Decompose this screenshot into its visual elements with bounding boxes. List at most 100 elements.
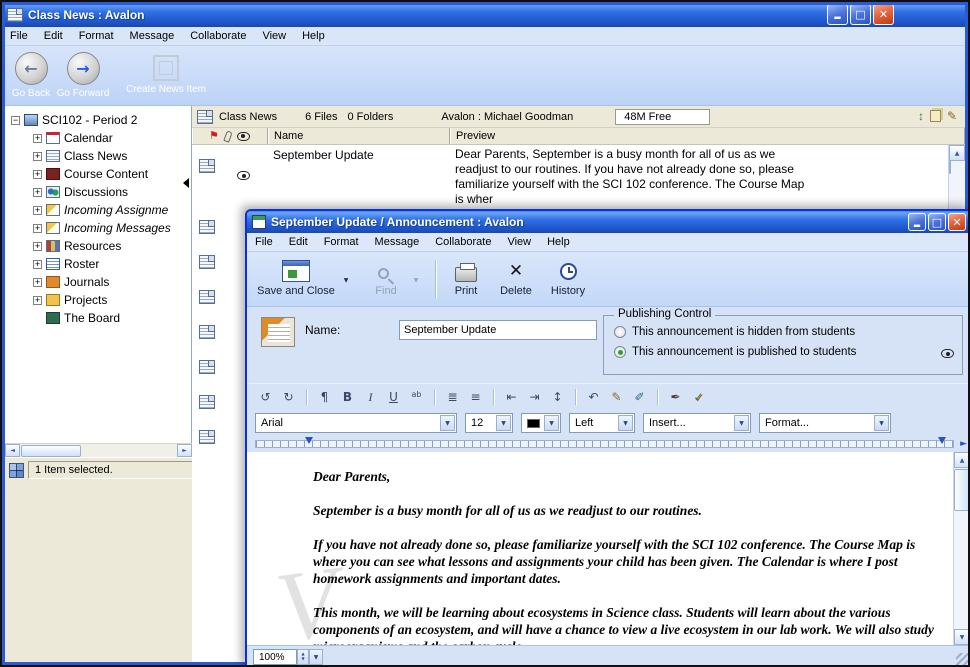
save-options-dropdown-icon[interactable] [341,273,351,285]
history-button[interactable]: History [543,257,593,297]
expand-toggle[interactable] [33,242,42,251]
dropdown-arrow-icon[interactable] [618,415,633,431]
tree-item-resources[interactable]: Resources [5,237,191,255]
tree-horizontal-scrollbar[interactable]: ◄ ► [5,443,192,457]
menu-message[interactable]: Message [367,233,428,252]
find-options-dropdown-icon[interactable] [411,273,421,285]
dropdown-arrow-icon[interactable] [440,415,455,431]
menu-view[interactable]: View [499,233,539,252]
go-forward-button[interactable]: → Go Forward [54,52,112,99]
indent-icon[interactable] [524,387,545,407]
highlighter-icon[interactable] [629,387,650,407]
option-hidden-from-students[interactable]: This announcement is hidden from student… [614,326,855,338]
zoom-dropdown-icon[interactable] [309,649,323,665]
collapse-toggle[interactable] [11,116,20,125]
message-body[interactable]: V Dear Parents, September is a busy mont… [247,452,970,645]
expand-toggle[interactable] [33,224,42,233]
create-news-item-button[interactable]: Create News Item [120,52,212,95]
news-item-icon[interactable] [199,290,215,304]
zoom-spinner[interactable]: ▲▼ [297,649,309,665]
menu-edit[interactable]: Edit [36,27,71,46]
pen-icon[interactable] [606,387,627,407]
line-spacing-icon[interactable] [547,387,568,407]
scrollbar-thumb[interactable] [21,445,81,457]
signature-icon[interactable] [665,387,686,407]
expand-toggle[interactable] [33,278,42,287]
sort-arrows-icon[interactable] [918,109,924,123]
menu-format[interactable]: Format [316,233,367,252]
scrollbar-thumb[interactable] [949,160,951,174]
underline-icon[interactable] [383,387,404,407]
tree-item-roster[interactable]: Roster [5,255,191,273]
italic-icon[interactable] [360,387,381,407]
copies-icon[interactable] [930,110,941,122]
menu-edit[interactable]: Edit [281,233,316,252]
font-size-select[interactable]: 12 [465,413,513,433]
expand-toggle[interactable] [33,260,42,269]
menu-collaborate[interactable]: Collaborate [182,27,254,46]
zoom-control[interactable]: 100% ▲▼ [253,649,323,665]
menu-file[interactable]: File [2,27,36,46]
news-item-icon[interactable] [199,360,215,374]
news-item-icon[interactable] [199,159,215,173]
dropdown-arrow-icon[interactable] [544,415,559,431]
body-vertical-scrollbar[interactable]: ▲ ▼ [953,452,970,645]
spell-check-icon[interactable] [688,387,709,407]
delete-button[interactable]: Delete [493,257,539,297]
dropdown-arrow-icon[interactable] [734,415,749,431]
class-news-titlebar[interactable]: Class News : Avalon [2,2,968,27]
radio-hidden[interactable] [614,326,626,338]
alignment-select[interactable]: Left [569,413,635,433]
expand-toggle[interactable] [33,296,42,305]
name-input[interactable] [399,320,597,340]
maximize-button[interactable] [850,4,871,25]
print-button[interactable]: Print [443,257,489,297]
dropdown-arrow-icon[interactable] [496,415,511,431]
zoom-value[interactable]: 100% [253,649,297,665]
announcement-titlebar[interactable]: September Update / Announcement : Avalon [247,211,970,233]
menu-file[interactable]: File [247,233,281,252]
dropdown-arrow-icon[interactable] [874,415,889,431]
menu-help[interactable]: Help [294,27,333,46]
paragraph-icon[interactable] [314,387,335,407]
news-item-icon[interactable] [199,325,215,339]
tree-item-the-board[interactable]: The Board [5,309,191,327]
expand-toggle[interactable] [33,170,42,179]
menu-message[interactable]: Message [122,27,183,46]
minimize-button[interactable] [908,213,926,231]
radio-published[interactable] [614,346,626,358]
tree-item-projects[interactable]: Projects [5,291,191,309]
eye-icon[interactable] [237,132,250,141]
scrollbar-thumb[interactable] [954,469,970,511]
font-family-select[interactable]: Arial [255,413,457,433]
font-color-select[interactable] [521,413,561,433]
format-select[interactable]: Format... [759,413,891,433]
find-button[interactable]: Find [363,257,409,297]
close-button[interactable] [873,4,894,25]
outdent-icon[interactable] [501,387,522,407]
tree-item-incoming-assignments[interactable]: Incoming Assignme [5,201,191,219]
column-header-name[interactable]: Name [268,128,450,144]
news-item-icon[interactable] [199,430,215,444]
scroll-down-icon[interactable]: ▼ [954,629,970,645]
body-text[interactable]: Dear Parents, September is a busy month … [313,468,943,645]
menu-collaborate[interactable]: Collaborate [427,233,499,252]
tree-item-discussions[interactable]: Discussions [5,183,191,201]
undo-typing-icon[interactable] [583,387,604,407]
expand-toggle[interactable] [33,206,42,215]
insert-select[interactable]: Insert... [643,413,751,433]
scroll-right-icon[interactable]: ► [177,444,192,457]
scroll-up-icon[interactable]: ▲ [949,145,965,161]
news-item-icon[interactable] [199,395,215,409]
redo-icon[interactable] [278,387,299,407]
item-name[interactable]: September Update [273,148,374,162]
go-back-button[interactable]: ← Go Back [8,52,54,99]
left-margin-marker[interactable] [305,437,313,444]
news-item-icon[interactable] [199,255,215,269]
menu-view[interactable]: View [254,27,294,46]
right-margin-marker[interactable] [938,437,946,444]
tree-item-incoming-messages[interactable]: Incoming Messages [5,219,191,237]
panel-collapse-arrow-icon[interactable] [183,178,189,188]
attachment-icon[interactable] [223,130,232,142]
minimize-button[interactable] [827,4,848,25]
